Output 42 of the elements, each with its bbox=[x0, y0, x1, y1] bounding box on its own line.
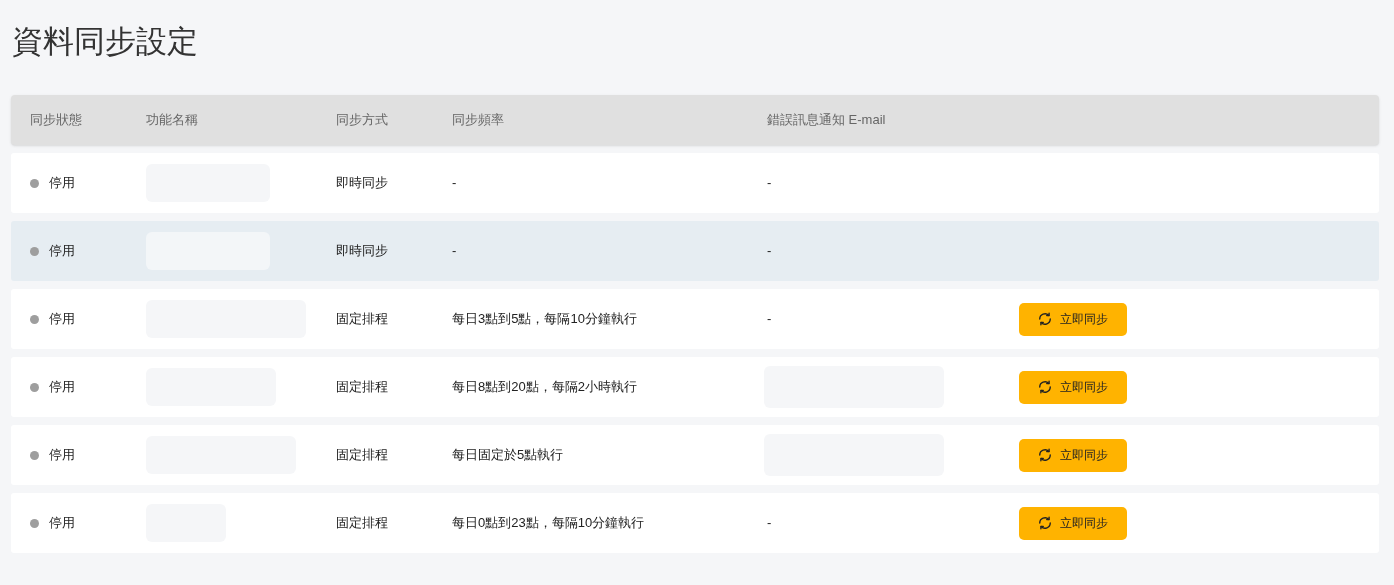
error-email: - bbox=[767, 311, 772, 327]
sync-icon bbox=[1038, 516, 1052, 530]
column-header: 同步方式 bbox=[336, 112, 388, 128]
table-row[interactable]: 停用 固定排程 每日固定於5點執行 立即同步 bbox=[11, 425, 1379, 485]
table-row[interactable]: 停用 固定排程 每日3點到5點，每隔10分鐘執行 - 立即同步 bbox=[11, 289, 1379, 349]
sync-frequency: 每日固定於5點執行 bbox=[452, 447, 564, 463]
sync-frequency: 每日0點到23點，每隔10分鐘執行 bbox=[452, 515, 645, 531]
sync-method: 固定排程 bbox=[336, 447, 388, 463]
column-header: 功能名稱 bbox=[146, 112, 198, 128]
sync-method: 即時同步 bbox=[336, 243, 388, 259]
column-header: 錯誤訊息通知 E-mail bbox=[767, 112, 886, 128]
sync-frequency: - bbox=[452, 243, 457, 259]
sync-icon bbox=[1038, 312, 1052, 326]
sync-method: 即時同步 bbox=[336, 175, 388, 191]
error-email: - bbox=[767, 515, 772, 531]
sync-now-button[interactable]: 立即同步 bbox=[1019, 438, 1127, 472]
sync-frequency: 每日3點到5點，每隔10分鐘執行 bbox=[452, 311, 637, 327]
sync-icon bbox=[1038, 448, 1052, 462]
status-label: 停用 bbox=[49, 446, 75, 465]
page-title: 資料同步設定 bbox=[12, 23, 199, 61]
sync-method: 固定排程 bbox=[336, 515, 388, 531]
sync-frequency: 每日8點到20點，每隔2小時執行 bbox=[452, 379, 637, 395]
error-email: - bbox=[767, 175, 772, 191]
status-label: 停用 bbox=[49, 174, 75, 193]
table-row[interactable]: 停用 即時同步 - - bbox=[11, 221, 1379, 281]
column-header: 同步頻率 bbox=[452, 112, 504, 128]
sync-now-button[interactable]: 立即同步 bbox=[1019, 506, 1127, 540]
status-label: 停用 bbox=[49, 242, 75, 261]
status-label: 停用 bbox=[49, 310, 75, 329]
table-row[interactable]: 停用 固定排程 每日8點到20點，每隔2小時執行 立即同步 bbox=[11, 357, 1379, 417]
sync-now-button[interactable]: 立即同步 bbox=[1019, 370, 1127, 404]
table-row[interactable]: 停用 即時同步 - - bbox=[11, 153, 1379, 213]
sync-now-button[interactable]: 立即同步 bbox=[1019, 302, 1127, 336]
status-label: 停用 bbox=[49, 514, 75, 533]
column-header: 同步狀態 bbox=[30, 112, 82, 128]
table-row[interactable]: 停用 固定排程 每日0點到23點，每隔10分鐘執行 - 立即同步 bbox=[11, 493, 1379, 553]
sync-method: 固定排程 bbox=[336, 379, 388, 395]
sync-frequency: - bbox=[452, 175, 457, 191]
error-email: - bbox=[767, 243, 772, 259]
sync-method: 固定排程 bbox=[336, 311, 388, 327]
status-label: 停用 bbox=[49, 378, 75, 397]
sync-icon bbox=[1038, 380, 1052, 394]
